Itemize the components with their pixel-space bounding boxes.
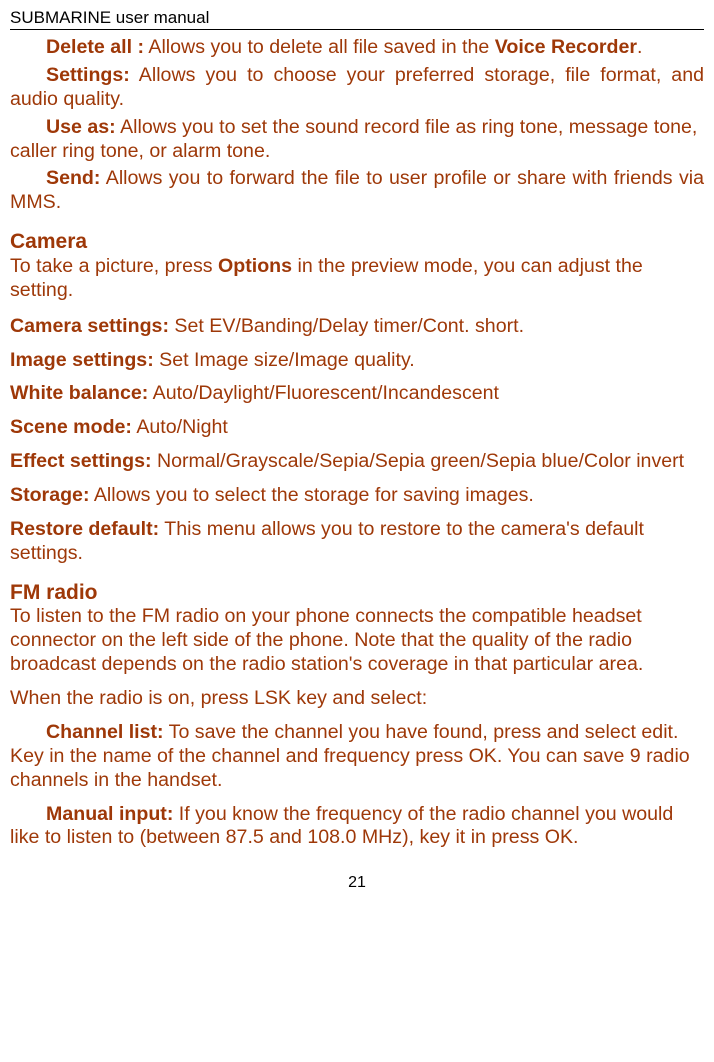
text-delete-all-1: Allows you to delete all file saved in t… bbox=[144, 36, 495, 58]
para-fm-intro: To listen to the FM radio on your phone … bbox=[10, 605, 704, 677]
para-fm-on: When the radio is on, press LSK key and … bbox=[10, 687, 704, 711]
text-image-settings: Set Image size/Image quality. bbox=[154, 349, 415, 371]
para-scene-mode: Scene mode: Auto/Night bbox=[10, 416, 704, 440]
para-camera-settings: Camera settings: Set EV/Banding/Delay ti… bbox=[10, 315, 704, 339]
text-storage: Allows you to select the storage for sav… bbox=[89, 484, 533, 506]
label-effect-settings: Effect settings: bbox=[10, 450, 152, 472]
text-voice-recorder: Voice Recorder bbox=[495, 36, 637, 58]
label-settings: Settings: bbox=[46, 64, 130, 86]
para-camera-intro: To take a picture, press Options in the … bbox=[10, 255, 704, 303]
label-white-balance: White balance: bbox=[10, 382, 148, 404]
para-image-settings: Image settings: Set Image size/Image qua… bbox=[10, 349, 704, 373]
para-delete-all: Delete all : Allows you to delete all fi… bbox=[10, 36, 704, 60]
label-image-settings: Image settings: bbox=[10, 349, 154, 371]
page-number: 21 bbox=[10, 874, 704, 892]
para-settings: Settings: Allows you to choose your pref… bbox=[10, 64, 704, 112]
para-manual-input: Manual input: If you know the frequency … bbox=[10, 803, 704, 851]
para-white-balance: White balance: Auto/Daylight/Fluorescent… bbox=[10, 382, 704, 406]
label-manual-input: Manual input: bbox=[46, 803, 173, 825]
para-send: Send: Allows you to forward the file to … bbox=[10, 167, 704, 215]
para-effect-settings: Effect settings: Normal/Grayscale/Sepia/… bbox=[10, 450, 704, 474]
header-title: SUBMARINE user manual bbox=[10, 8, 209, 28]
heading-camera: Camera bbox=[10, 229, 704, 255]
label-use-as: Use as: bbox=[46, 116, 116, 138]
label-delete-all: Delete all : bbox=[46, 36, 144, 58]
para-channel-list: Channel list: To save the channel you ha… bbox=[10, 721, 704, 793]
text-camera-intro-1: To take a picture, press bbox=[10, 255, 218, 277]
text-options: Options bbox=[218, 255, 292, 277]
document-body: Delete all : Allows you to delete all fi… bbox=[10, 36, 704, 850]
para-restore-default: Restore default: This menu allows you to… bbox=[10, 518, 704, 566]
header-bar: SUBMARINE user manual bbox=[10, 8, 704, 30]
label-send: Send: bbox=[46, 167, 100, 189]
label-storage: Storage: bbox=[10, 484, 89, 506]
text-white-balance: Auto/Daylight/Fluorescent/Incandescent bbox=[148, 382, 499, 404]
text-camera-settings: Set EV/Banding/Delay timer/Cont. short. bbox=[169, 315, 524, 337]
heading-fm-radio: FM radio bbox=[10, 580, 704, 606]
text-scene-mode: Auto/Night bbox=[132, 416, 228, 438]
label-scene-mode: Scene mode: bbox=[10, 416, 132, 438]
label-camera-settings: Camera settings: bbox=[10, 315, 169, 337]
text-delete-all-2: . bbox=[637, 36, 642, 58]
label-channel-list: Channel list: bbox=[46, 721, 164, 743]
label-restore-default: Restore default: bbox=[10, 518, 159, 540]
para-storage: Storage: Allows you to select the storag… bbox=[10, 484, 704, 508]
text-effect-settings: Normal/Grayscale/Sepia/Sepia green/Sepia… bbox=[152, 450, 685, 472]
text-send: Allows you to forward the file to user p… bbox=[10, 167, 704, 213]
para-use-as: Use as: Allows you to set the sound reco… bbox=[10, 116, 704, 164]
